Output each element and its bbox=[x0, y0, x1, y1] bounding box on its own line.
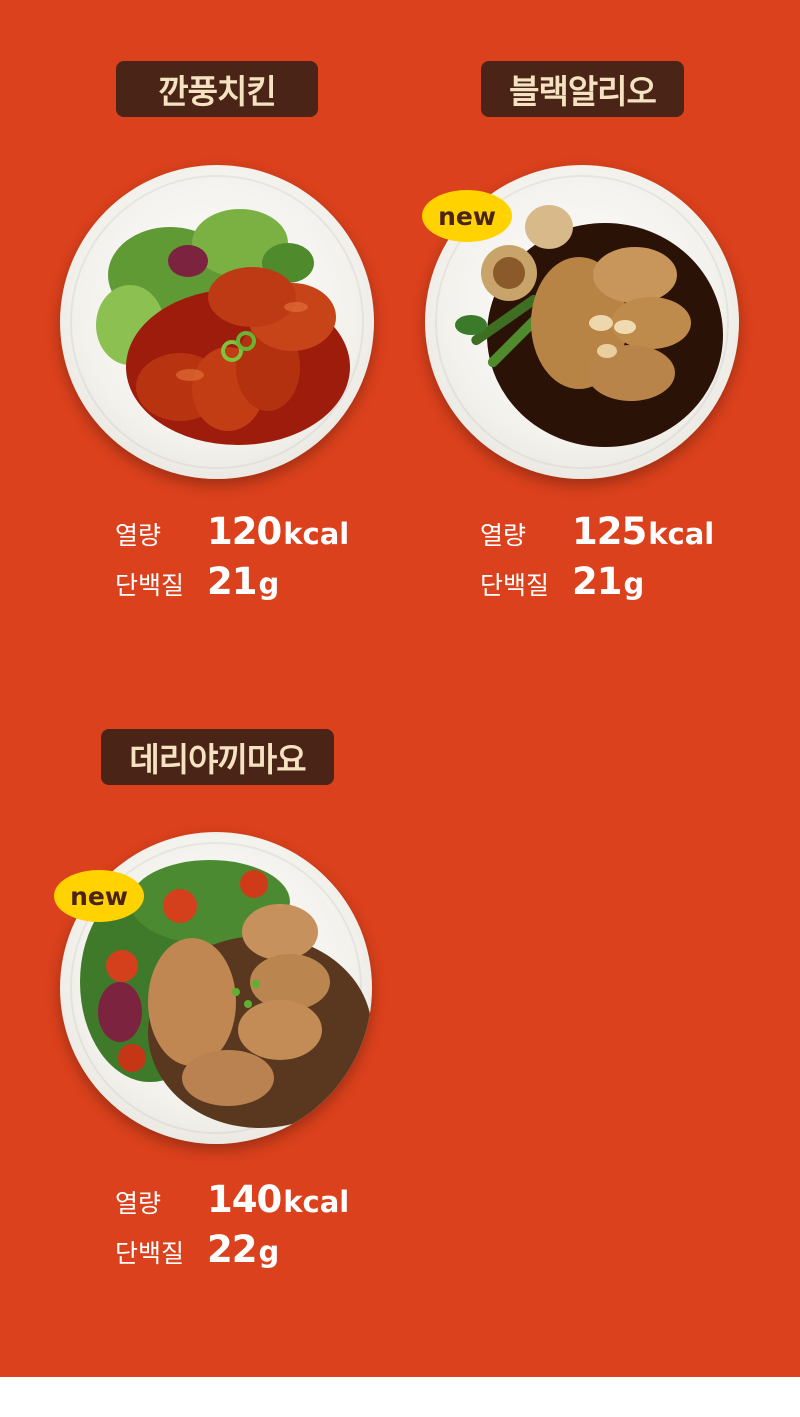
calorie-row: 열량 125 kcal bbox=[480, 510, 714, 553]
protein-value: 21 bbox=[572, 560, 622, 603]
calorie-row: 열량 120 kcal bbox=[115, 510, 349, 553]
calorie-unit: kcal bbox=[648, 517, 715, 551]
protein-unit: g bbox=[623, 567, 645, 601]
protein-value: 22 bbox=[207, 1228, 257, 1271]
calorie-unit: kcal bbox=[283, 517, 350, 551]
protein-row: 단백질 22 g bbox=[115, 1228, 279, 1271]
calorie-unit: kcal bbox=[283, 1185, 350, 1219]
protein-label: 단백질 bbox=[115, 1239, 185, 1268]
product-title-badge: 깐풍치킨 bbox=[116, 61, 318, 117]
calorie-label: 열량 bbox=[480, 521, 527, 550]
protein-value: 21 bbox=[207, 560, 257, 603]
calorie-label: 열량 bbox=[115, 521, 162, 550]
calorie-value: 120 bbox=[207, 510, 282, 553]
product-image-kkanpung bbox=[60, 165, 374, 479]
protein-unit: g bbox=[258, 1235, 280, 1269]
calorie-value: 125 bbox=[572, 510, 647, 553]
calorie-value: 140 bbox=[207, 1178, 282, 1221]
protein-row: 단백질 21 g bbox=[115, 560, 279, 603]
protein-unit: g bbox=[258, 567, 280, 601]
product-title-badge: 데리야끼마요 bbox=[101, 729, 334, 785]
calorie-row: 열량 140 kcal bbox=[115, 1178, 349, 1221]
protein-label: 단백질 bbox=[480, 571, 550, 600]
protein-row: 단백질 21 g bbox=[480, 560, 644, 603]
product-panel: 깐풍치킨 열량 120 kcal 단백질 21 g 블랙알리오 new 열량 1… bbox=[0, 0, 800, 1377]
product-title-badge: 블랙알리오 bbox=[481, 61, 684, 117]
protein-label: 단백질 bbox=[115, 571, 185, 600]
calorie-label: 열량 bbox=[115, 1189, 162, 1218]
new-badge: new bbox=[54, 870, 144, 922]
new-badge: new bbox=[422, 190, 512, 242]
